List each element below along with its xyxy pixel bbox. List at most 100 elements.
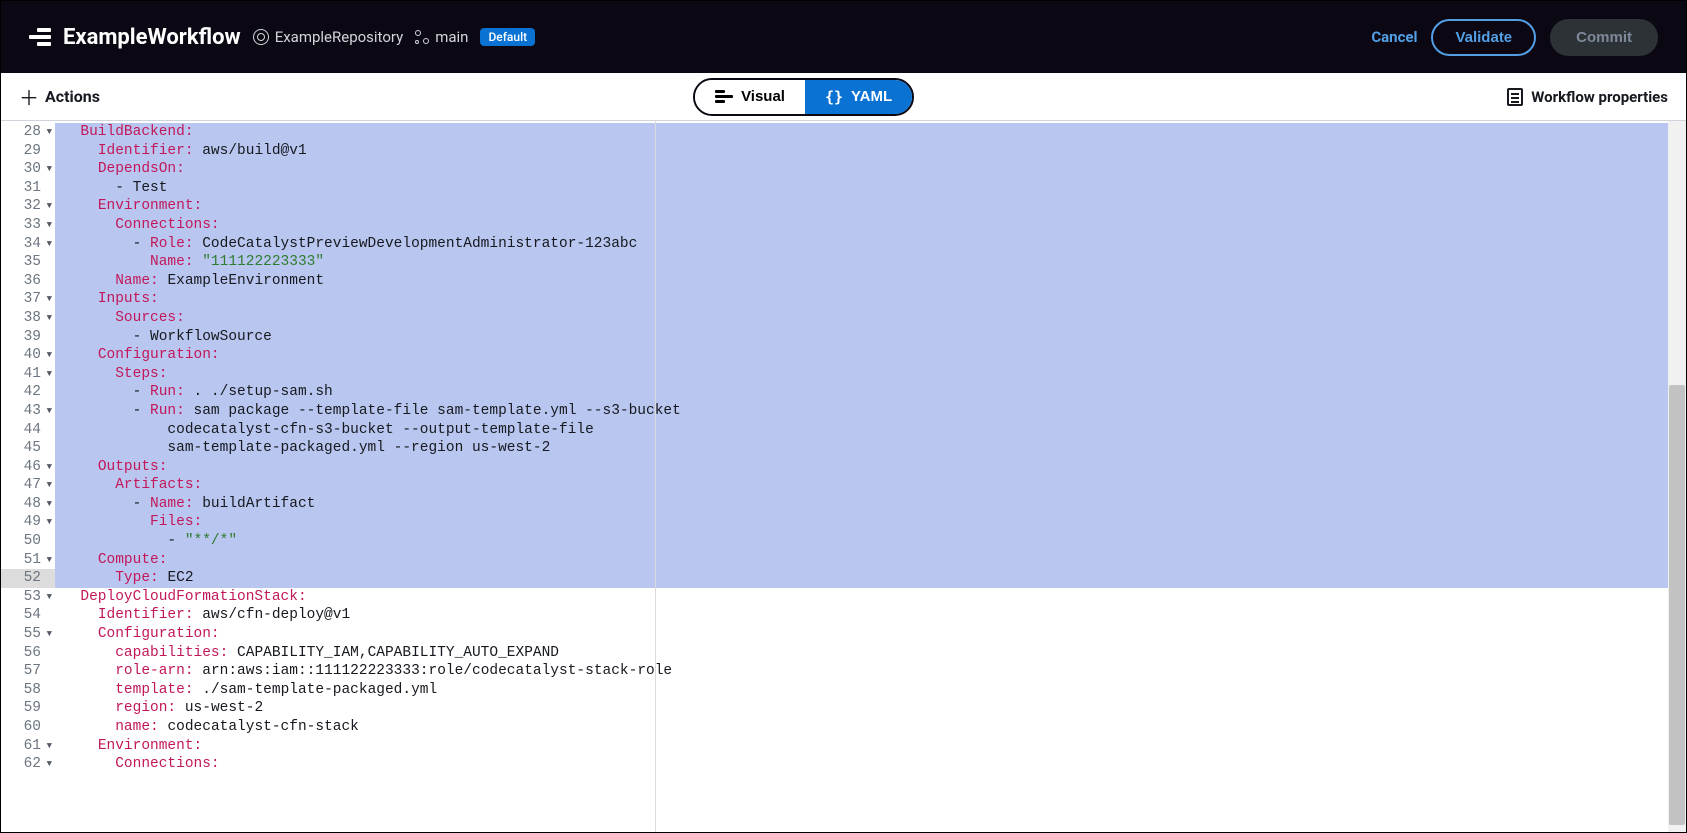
line-number[interactable]: 45 <box>1 439 55 458</box>
code-line[interactable]: - Name: buildArtifact <box>55 495 1686 514</box>
scrollbar-thumb[interactable] <box>1669 385 1685 825</box>
line-number[interactable]: 30▼ <box>1 160 55 179</box>
line-number[interactable]: 49▼ <box>1 513 55 532</box>
code-line[interactable]: - Role: CodeCatalystPreviewDevelopmentAd… <box>55 235 1686 254</box>
line-number[interactable]: 56 <box>1 644 55 663</box>
code-line[interactable]: - Run: sam package --template-file sam-t… <box>55 402 1686 421</box>
fold-toggle-icon[interactable]: ▼ <box>44 551 52 570</box>
code-line[interactable]: Sources: <box>55 309 1686 328</box>
fold-toggle-icon[interactable]: ▼ <box>44 625 52 644</box>
fold-toggle-icon[interactable]: ▼ <box>44 216 52 235</box>
code-line[interactable]: Identifier: aws/cfn-deploy@v1 <box>55 606 1686 625</box>
code-line[interactable]: DeployCloudFormationStack: <box>55 588 1686 607</box>
fold-toggle-icon[interactable]: ▼ <box>44 513 52 532</box>
fold-toggle-icon[interactable]: ▼ <box>44 123 52 142</box>
code-line[interactable]: name: codecatalyst-cfn-stack <box>55 718 1686 737</box>
code-line[interactable]: Configuration: <box>55 625 1686 644</box>
branch-chip[interactable]: main <box>415 28 468 46</box>
workflow-properties-button[interactable]: Workflow properties <box>1507 88 1668 106</box>
fold-toggle-icon[interactable]: ▼ <box>44 476 52 495</box>
validate-button[interactable]: Validate <box>1431 19 1536 56</box>
line-number[interactable]: 37▼ <box>1 290 55 309</box>
line-number[interactable]: 44 <box>1 421 55 440</box>
line-number[interactable]: 33▼ <box>1 216 55 235</box>
code-line[interactable]: BuildBackend: <box>55 123 1686 142</box>
cancel-button[interactable]: Cancel <box>1371 28 1417 46</box>
code-line[interactable]: template: ./sam-template-packaged.yml <box>55 681 1686 700</box>
actions-button[interactable]: ＋ Actions <box>19 82 100 111</box>
fold-toggle-icon[interactable]: ▼ <box>44 737 52 756</box>
line-number[interactable]: 41▼ <box>1 365 55 384</box>
code-line[interactable]: Configuration: <box>55 346 1686 365</box>
code-line[interactable]: Steps: <box>55 365 1686 384</box>
fold-toggle-icon[interactable]: ▼ <box>44 290 52 309</box>
line-number[interactable]: 57 <box>1 662 55 681</box>
line-number[interactable]: 59 <box>1 699 55 718</box>
line-number[interactable]: 58 <box>1 681 55 700</box>
line-number[interactable]: 54 <box>1 606 55 625</box>
line-number[interactable]: 38▼ <box>1 309 55 328</box>
code-line[interactable]: - Test <box>55 179 1686 198</box>
line-number[interactable]: 50 <box>1 532 55 551</box>
line-number[interactable]: 47▼ <box>1 476 55 495</box>
line-number[interactable]: 60 <box>1 718 55 737</box>
line-number[interactable]: 62▼ <box>1 755 55 774</box>
line-number[interactable]: 31 <box>1 179 55 198</box>
code-line[interactable]: DependsOn: <box>55 160 1686 179</box>
code-line[interactable]: Environment: <box>55 197 1686 216</box>
code-line[interactable]: Compute: <box>55 551 1686 570</box>
code-line[interactable]: Outputs: <box>55 458 1686 477</box>
line-number[interactable]: 55▼ <box>1 625 55 644</box>
fold-toggle-icon[interactable]: ▼ <box>44 235 52 254</box>
repository-chip[interactable]: ExampleRepository <box>253 28 404 46</box>
fold-toggle-icon[interactable]: ▼ <box>44 309 52 328</box>
fold-toggle-icon[interactable]: ▼ <box>44 588 52 607</box>
line-number[interactable]: 42 <box>1 383 55 402</box>
code-line[interactable]: Name: "111122223333" <box>55 253 1686 272</box>
fold-toggle-icon[interactable]: ▼ <box>44 402 52 421</box>
line-number[interactable]: 53▼ <box>1 588 55 607</box>
code-line[interactable]: Connections: <box>55 216 1686 235</box>
fold-toggle-icon[interactable]: ▼ <box>44 160 52 179</box>
tab-yaml[interactable]: {} YAML <box>805 80 912 114</box>
code-line[interactable]: - Run: . ./setup-sam.sh <box>55 383 1686 402</box>
code-line[interactable]: region: us-west-2 <box>55 699 1686 718</box>
code-line[interactable]: Environment: <box>55 737 1686 756</box>
code-line[interactable]: Inputs: <box>55 290 1686 309</box>
code-line[interactable]: codecatalyst-cfn-s3-bucket --output-temp… <box>55 421 1686 440</box>
line-number[interactable]: 51▼ <box>1 551 55 570</box>
fold-toggle-icon[interactable]: ▼ <box>44 365 52 384</box>
code-line[interactable]: Identifier: aws/build@v1 <box>55 142 1686 161</box>
fold-toggle-icon[interactable]: ▼ <box>44 197 52 216</box>
code-line[interactable]: Name: ExampleEnvironment <box>55 272 1686 291</box>
yaml-editor[interactable]: 28▼2930▼3132▼33▼34▼353637▼38▼3940▼41▼424… <box>1 121 1686 832</box>
line-number[interactable]: 28▼ <box>1 123 55 142</box>
line-number[interactable]: 32▼ <box>1 197 55 216</box>
code-line[interactable]: sam-template-packaged.yml --region us-we… <box>55 439 1686 458</box>
line-number[interactable]: 29 <box>1 142 55 161</box>
code-line[interactable]: Connections: <box>55 755 1686 774</box>
code-content[interactable]: BuildBackend: Identifier: aws/build@v1 D… <box>55 121 1686 774</box>
line-gutter[interactable]: 28▼2930▼3132▼33▼34▼353637▼38▼3940▼41▼424… <box>1 121 55 774</box>
fold-toggle-icon[interactable]: ▼ <box>44 458 52 477</box>
line-number[interactable]: 36 <box>1 272 55 291</box>
fold-toggle-icon[interactable]: ▼ <box>44 495 52 514</box>
fold-toggle-icon[interactable]: ▼ <box>44 346 52 365</box>
line-number[interactable]: 43▼ <box>1 402 55 421</box>
line-number[interactable]: 48▼ <box>1 495 55 514</box>
code-line[interactable]: capabilities: CAPABILITY_IAM,CAPABILITY_… <box>55 644 1686 663</box>
code-line[interactable]: - WorkflowSource <box>55 328 1686 347</box>
line-number[interactable]: 52 <box>1 569 55 588</box>
line-number[interactable]: 40▼ <box>1 346 55 365</box>
line-number[interactable]: 61▼ <box>1 737 55 756</box>
code-line[interactable]: Type: EC2 <box>55 569 1686 588</box>
line-number[interactable]: 39 <box>1 328 55 347</box>
code-line[interactable]: Files: <box>55 513 1686 532</box>
line-number[interactable]: 46▼ <box>1 458 55 477</box>
line-number[interactable]: 35 <box>1 253 55 272</box>
code-line[interactable]: - "**/*" <box>55 532 1686 551</box>
line-number[interactable]: 34▼ <box>1 235 55 254</box>
vertical-scrollbar[interactable] <box>1668 121 1686 832</box>
fold-toggle-icon[interactable]: ▼ <box>44 755 52 774</box>
code-line[interactable]: role-arn: arn:aws:iam::111122223333:role… <box>55 662 1686 681</box>
